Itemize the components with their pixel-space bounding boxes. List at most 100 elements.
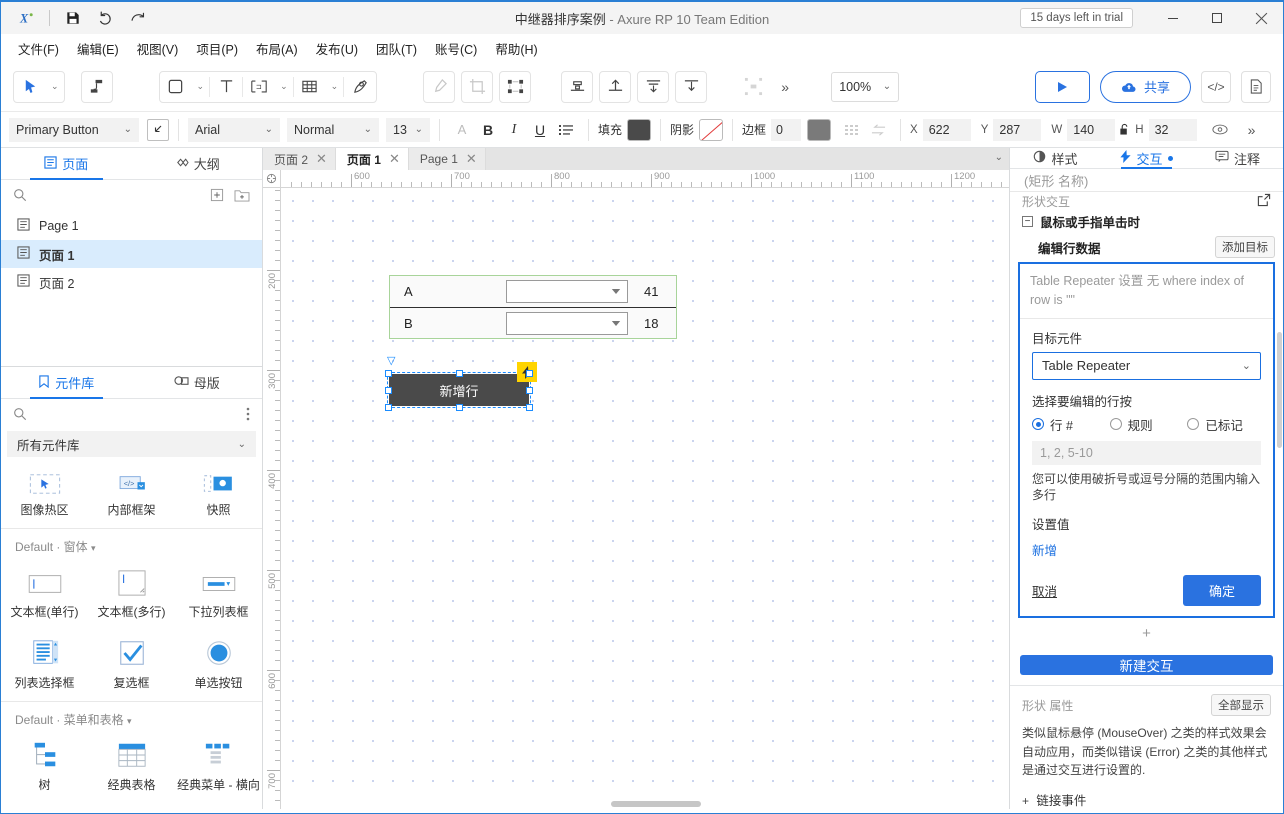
group-icon[interactable] bbox=[737, 71, 769, 103]
action-row[interactable]: 编辑行数据 添加目标 bbox=[1010, 235, 1283, 262]
resize-handle[interactable] bbox=[526, 404, 533, 411]
placeholder-icon[interactable]: ⊐ bbox=[243, 71, 275, 103]
shape-dropdown-icon[interactable]: ⌄ bbox=[192, 81, 210, 92]
library-item-dropdown[interactable]: 下拉列表框 bbox=[175, 559, 262, 630]
tab-outline[interactable]: 大纲 bbox=[132, 148, 263, 179]
page-item-yemian1[interactable]: 页面 1 bbox=[1, 240, 262, 268]
preview-button[interactable] bbox=[1035, 71, 1090, 103]
scrollbar-thumb[interactable] bbox=[611, 801, 701, 807]
library-item-hotspot[interactable]: 图像热区 bbox=[1, 457, 88, 528]
list-button[interactable] bbox=[553, 118, 579, 142]
save-button[interactable] bbox=[58, 5, 88, 31]
radio-row-number[interactable]: 行 # bbox=[1032, 415, 1106, 434]
font-weight-select[interactable]: Normal ⌄ bbox=[287, 118, 379, 142]
share-button[interactable]: 共享 bbox=[1100, 71, 1191, 103]
library-item-menu-horizontal[interactable]: 经典菜单 - 横向 bbox=[175, 732, 262, 803]
align-left-icon[interactable] bbox=[561, 71, 593, 103]
library-item-snapshot[interactable]: 快照 bbox=[175, 457, 262, 528]
connector-icon[interactable] bbox=[81, 71, 113, 103]
radio-rule[interactable]: 规则 bbox=[1110, 415, 1184, 434]
event-row[interactable]: − 鼠标或手指单击时 bbox=[1010, 210, 1283, 235]
distribute-vertical-icon[interactable] bbox=[637, 71, 669, 103]
notes-button[interactable] bbox=[1241, 71, 1271, 103]
placeholder-dropdown-icon[interactable]: ⌄ bbox=[275, 81, 293, 92]
library-item-iframe[interactable]: </> 内部框架 bbox=[88, 457, 175, 528]
canvas-tabs-overflow-icon[interactable]: ⌄ bbox=[995, 152, 1003, 163]
menu-team[interactable]: 团队(T) bbox=[367, 35, 426, 62]
page-item-page1[interactable]: Page 1 bbox=[1, 212, 262, 240]
add-action-button[interactable]: + bbox=[1010, 618, 1283, 651]
resize-handle[interactable] bbox=[526, 370, 533, 377]
target-select[interactable]: Table Repeater ⌄ bbox=[1032, 352, 1261, 380]
chevron-down-icon[interactable]: ▾ bbox=[91, 543, 96, 553]
menu-account[interactable]: 账号(C) bbox=[426, 35, 486, 62]
repeater-row[interactable]: A 41 bbox=[390, 276, 676, 307]
panel-scrollbar-thumb[interactable] bbox=[1277, 332, 1282, 448]
add-value-link[interactable]: 新增 bbox=[1032, 540, 1261, 559]
border-color-swatch[interactable] bbox=[807, 119, 831, 141]
menu-help[interactable]: 帮助(H) bbox=[486, 35, 546, 62]
align-bottom-icon[interactable] bbox=[675, 71, 707, 103]
tab-pages[interactable]: 页面 bbox=[1, 148, 132, 179]
tab-notes[interactable]: 注释 bbox=[1192, 148, 1283, 168]
tab-style[interactable]: 样式 bbox=[1010, 148, 1101, 168]
resize-handle[interactable] bbox=[456, 404, 463, 411]
pen-icon[interactable] bbox=[344, 71, 376, 103]
library-item-tree[interactable]: 树 bbox=[1, 732, 88, 803]
style-apply-button[interactable] bbox=[147, 119, 169, 141]
canvas-tab-yemian1[interactable]: 页面 1 ✕ bbox=[336, 148, 409, 170]
canvas-tab-yemian2[interactable]: 页面 2 ✕ bbox=[263, 148, 336, 170]
undo-button[interactable] bbox=[90, 5, 120, 31]
search-icon[interactable] bbox=[13, 407, 27, 424]
open-external-icon[interactable] bbox=[1257, 193, 1271, 210]
menu-publish[interactable]: 发布(U) bbox=[307, 35, 367, 62]
widget-name-input[interactable]: (矩形 名称) bbox=[1010, 169, 1283, 192]
rows-input[interactable]: 1, 2, 5-10 bbox=[1032, 441, 1261, 465]
resize-handle[interactable] bbox=[385, 387, 392, 394]
minimize-button[interactable] bbox=[1151, 2, 1195, 34]
bold-button[interactable]: B bbox=[475, 118, 501, 142]
tab-masters[interactable]: 母版 bbox=[132, 367, 263, 398]
eyedropper-icon[interactable] bbox=[423, 71, 455, 103]
resize-handle[interactable] bbox=[526, 387, 533, 394]
h-input[interactable]: 32 bbox=[1149, 119, 1197, 141]
close-icon[interactable]: ✕ bbox=[466, 151, 477, 167]
w-input[interactable]: 140 bbox=[1067, 119, 1115, 141]
font-size-select[interactable]: 13 ⌄ bbox=[386, 118, 430, 142]
design-canvas[interactable]: A 41 B bbox=[281, 188, 1009, 809]
cancel-link[interactable]: 取消 bbox=[1032, 581, 1057, 600]
distribute-icon[interactable] bbox=[499, 71, 531, 103]
crop-icon[interactable] bbox=[461, 71, 493, 103]
chevron-down-icon[interactable]: ▾ bbox=[127, 716, 132, 726]
table-repeater-widget[interactable]: A 41 B bbox=[389, 275, 677, 339]
show-all-button[interactable]: 全部显示 bbox=[1211, 694, 1271, 716]
zoom-select[interactable]: 100% ⌄ bbox=[831, 72, 899, 102]
lock-aspect-icon[interactable] bbox=[1115, 118, 1133, 142]
italic-button[interactable]: I bbox=[501, 118, 527, 142]
add-target-button[interactable]: 添加目标 bbox=[1215, 236, 1275, 258]
text-icon[interactable] bbox=[210, 71, 242, 103]
ruler-origin-button[interactable] bbox=[263, 170, 281, 188]
menu-layout[interactable]: 布局(A) bbox=[247, 35, 307, 62]
trial-badge[interactable]: 15 days left in trial bbox=[1020, 8, 1133, 28]
menu-project[interactable]: 项目(P) bbox=[187, 35, 247, 62]
underline-button[interactable]: U bbox=[527, 118, 553, 142]
collapse-icon[interactable]: − bbox=[1022, 216, 1033, 227]
menu-edit[interactable]: 编辑(E) bbox=[68, 35, 128, 62]
page-item-yemian2[interactable]: 页面 2 bbox=[1, 268, 262, 296]
shadow-none-swatch[interactable] bbox=[699, 119, 723, 141]
new-row-button[interactable]: 新增行 bbox=[389, 374, 529, 406]
row-dropdown[interactable] bbox=[506, 312, 628, 335]
horizontal-ruler[interactable]: 600700800900100011001200 bbox=[281, 170, 1009, 188]
font-family-select[interactable]: Arial ⌄ bbox=[188, 118, 280, 142]
style-preset-select[interactable]: Primary Button ⌄ bbox=[9, 118, 139, 142]
tab-interaction[interactable]: 交互 bbox=[1101, 148, 1192, 168]
rectangle-icon[interactable] bbox=[160, 71, 192, 103]
canvas-horizontal-scrollbar[interactable] bbox=[281, 799, 1009, 809]
add-folder-icon[interactable] bbox=[234, 188, 250, 205]
library-item-checkbox[interactable]: 复选框 bbox=[88, 630, 175, 701]
toolbar-more-button[interactable]: » bbox=[769, 71, 801, 103]
rotation-handle-icon[interactable]: ▽ bbox=[387, 354, 395, 367]
code-button[interactable]: </> bbox=[1201, 71, 1231, 103]
cursor-icon[interactable] bbox=[14, 71, 46, 103]
